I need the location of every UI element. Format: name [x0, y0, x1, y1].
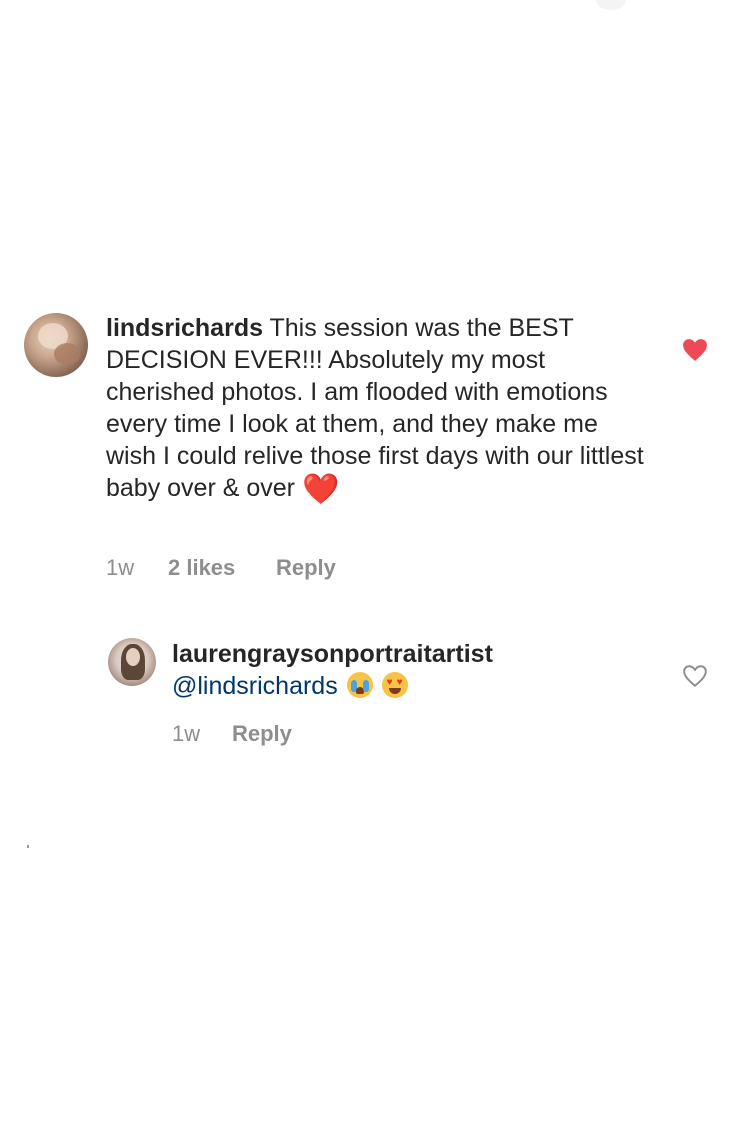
comment-meta: 1w 2 likes Reply	[106, 555, 336, 581]
heart-eyes-emoji: ♥ ♥	[381, 672, 408, 698]
comment-body: This session was the BEST DECISION EVER!…	[106, 314, 644, 502]
top-edge-fragment	[596, 0, 626, 10]
reply-username[interactable]: laurengraysonportraitartist	[172, 638, 652, 670]
heart-outline-icon[interactable]	[682, 664, 708, 688]
reply-button[interactable]: Reply	[276, 555, 336, 581]
crying-face-emoji	[346, 672, 373, 698]
avatar-photo-detail	[126, 648, 140, 666]
reply-comment-text: laurengraysonportraitartist @lindsrichar…	[172, 638, 652, 702]
heart-emoji: ❤️	[301, 473, 340, 506]
reply-button[interactable]: Reply	[232, 721, 292, 747]
reply-timestamp: 1w	[172, 721, 201, 746]
reply-meta: 1w Reply	[172, 721, 292, 747]
heart-filled-icon[interactable]	[682, 338, 708, 362]
comment-timestamp: 1w	[106, 555, 135, 580]
stray-mark	[27, 845, 29, 848]
mention-link[interactable]: @lindsrichards	[172, 672, 338, 700]
comment-username[interactable]: lindsrichards	[106, 314, 263, 342]
avatar-photo-detail	[54, 343, 80, 365]
comment-text: lindsrichards This session was the BEST …	[106, 312, 646, 506]
heart-outline-shape	[683, 665, 707, 688]
avatar[interactable]	[24, 313, 88, 377]
avatar[interactable]	[108, 638, 156, 686]
heart-filled-shape	[683, 339, 707, 361]
comment-likes-count[interactable]: 2 likes	[168, 555, 276, 581]
